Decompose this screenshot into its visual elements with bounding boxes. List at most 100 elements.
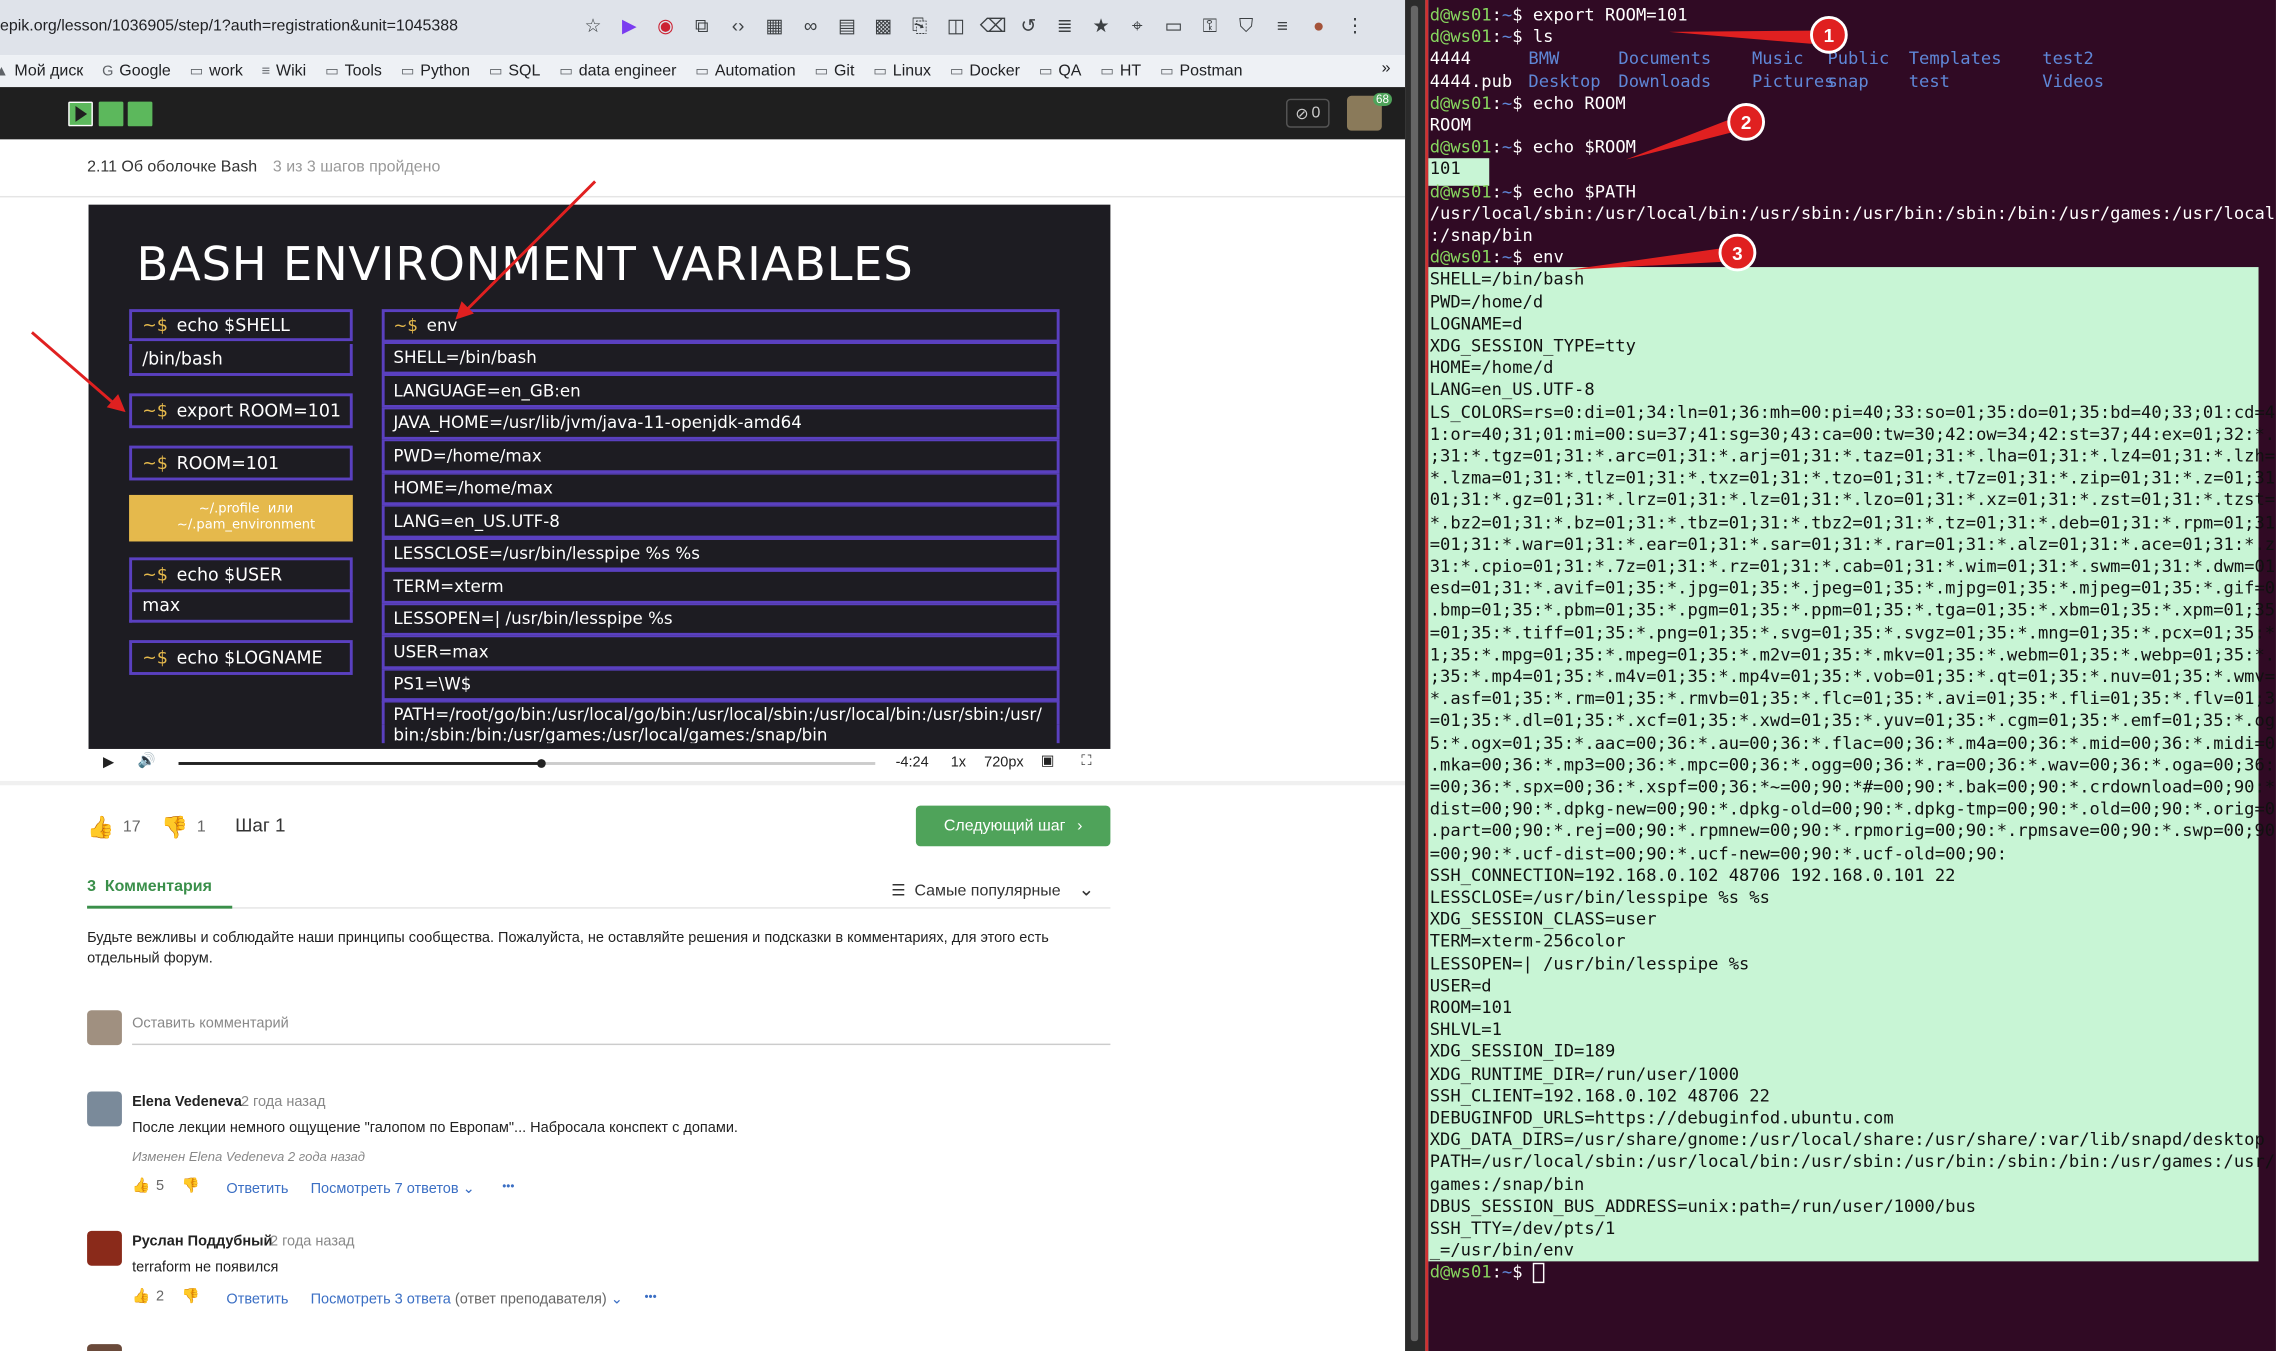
- folder-icon: ▭: [814, 63, 829, 80]
- bookmark-item[interactable]: ▭ Tools: [325, 62, 382, 79]
- next-step-button[interactable]: Следующий шаг ›: [915, 805, 1111, 847]
- link-icon[interactable]: ∞: [798, 15, 823, 38]
- bookmark-item[interactable]: G Google: [102, 62, 171, 79]
- slide-box: ~/.profile или ~/.pam_environment: [129, 494, 353, 542]
- chevron-down-icon: ⌄: [606, 1291, 623, 1308]
- commenter-avatar[interactable]: [87, 1091, 122, 1127]
- step-indicator[interactable]: [98, 101, 124, 127]
- step-indicator-current[interactable]: [68, 101, 93, 127]
- reader-icon[interactable]: ▤: [835, 15, 860, 38]
- bookmark-item[interactable]: ▭ SQL: [489, 62, 540, 79]
- commenter-avatar[interactable]: [87, 1230, 122, 1266]
- view-replies-link[interactable]: Посмотреть 7 ответов ⌄: [311, 1182, 475, 1198]
- folder-icon: ▭: [488, 63, 503, 80]
- env-output-row: SSH_CLIENT=192.168.0.102 48706 22: [1430, 1085, 1770, 1107]
- bookmark-item[interactable]: ▭ Linux: [873, 62, 931, 79]
- bookmark-item[interactable]: ▭ Automation: [695, 62, 795, 79]
- env-output-line: dist=00;90:*.dpkg-new=00;90:*.dpkg-old=0…: [1429, 798, 2276, 819]
- bookmark-item[interactable]: ▭ work: [190, 62, 243, 79]
- play-button[interactable]: ▶: [103, 755, 114, 771]
- bookmark-item[interactable]: ▲ Мой диск: [0, 62, 83, 79]
- more-options-button[interactable]: •••: [502, 1180, 514, 1193]
- screenshot-icon[interactable]: ◫: [943, 15, 968, 38]
- env-output-row: *.bz2=01;31:*.bz=01;31:*.tbz=01;31:*.tbz…: [1430, 512, 2276, 534]
- slide-box-text: /bin/bash: [142, 348, 223, 369]
- key-icon[interactable]: ⚿: [1197, 15, 1222, 38]
- reply-link[interactable]: Ответить: [226, 1182, 288, 1198]
- card-icon[interactable]: ▭: [1161, 15, 1186, 38]
- comment-like-button[interactable]: 👍 5: [132, 1179, 164, 1195]
- lesson-title[interactable]: 2.11 Об оболочке Bash: [87, 158, 257, 175]
- step-indicator[interactable]: [127, 101, 153, 127]
- bookmarks-more-button[interactable]: »: [1382, 60, 1391, 77]
- env-output-row: SSH_CONNECTION=192.168.0.102 48706 192.1…: [1430, 865, 1956, 887]
- extension-icon[interactable]: ▶: [617, 15, 642, 38]
- bookmark-item[interactable]: ▭ QA: [1039, 62, 1082, 79]
- star-icon[interactable]: ☆: [581, 15, 606, 38]
- more-options-button[interactable]: •••: [644, 1290, 656, 1303]
- notification-icon: ⊘: [1295, 105, 1309, 123]
- thumbs-down-icon[interactable]: 👎: [161, 814, 188, 841]
- history-icon[interactable]: ↺: [1016, 15, 1041, 38]
- quality-button[interactable]: 720px: [984, 755, 1024, 771]
- video-player[interactable]: BASH ENVIRONMENT VARIABLES ~$ env SHELL=/b…: [88, 204, 1111, 749]
- env-output-line: XDG_DATA_DIRS=/usr/share/gnome:/usr/loca…: [1429, 1129, 2265, 1150]
- prompt-symbol: $: [1512, 4, 1533, 25]
- terminal-cursor[interactable]: [1532, 1262, 1545, 1283]
- comment-dislike-button[interactable]: 👎: [181, 1289, 199, 1305]
- view-replies-link[interactable]: Посмотреть 3 ответа (ответ преподавателя…: [311, 1292, 623, 1308]
- comment-input[interactable]: Оставить комментарий: [132, 1016, 289, 1032]
- env-row: LANG=en_US.UTF-8: [381, 505, 1060, 538]
- terminal-window[interactable]: d@ws01:~$ export ROOM=101 d@ws01:~$ ls 444…: [1428, 0, 2276, 1351]
- seek-bar[interactable]: [178, 759, 876, 768]
- slide-box: ~$ echo $LOGNAME: [129, 640, 353, 675]
- qr-icon[interactable]: ▩: [871, 15, 896, 38]
- bookmark-item[interactable]: ▭ Docker: [950, 62, 1020, 79]
- address-bar[interactable]: epik.org/lesson/1036905/step/1?auth=regi…: [0, 0, 1406, 56]
- notifications-button[interactable]: ⊘ 0: [1286, 98, 1330, 128]
- bookmark-item[interactable]: ▭ Python: [401, 62, 470, 79]
- url-text[interactable]: epik.org/lesson/1036905/step/1?auth=regi…: [0, 17, 458, 34]
- view-replies-label: Посмотреть 3 ответа: [310, 1291, 451, 1308]
- commenter-name[interactable]: Elena Vedeneva: [132, 1094, 242, 1110]
- playlist-icon[interactable]: ≡: [1270, 15, 1295, 38]
- comments-tab-label: Комментария: [104, 878, 212, 896]
- incognito-icon[interactable]: ⛉: [1234, 15, 1259, 38]
- env-output-line: PATH=/usr/local/sbin:/usr/local/bin:/usr…: [1429, 1151, 2276, 1172]
- trash-icon[interactable]: ⌫: [980, 15, 1007, 38]
- commenter-avatar[interactable]: [87, 1344, 122, 1351]
- sort-dropdown[interactable]: ☰ Самые популярные ⌄: [891, 878, 1094, 901]
- calculator-icon[interactable]: ▦: [762, 15, 787, 38]
- bookmark-item[interactable]: ▭ HT: [1100, 62, 1141, 79]
- reply-link[interactable]: Ответить: [226, 1292, 288, 1308]
- bookmark-item[interactable]: ▭ data engineer: [559, 62, 676, 79]
- translate-icon[interactable]: ⎘: [907, 15, 932, 38]
- puzzle-icon[interactable]: ⧉: [689, 15, 714, 38]
- code-icon[interactable]: ‹›: [726, 15, 751, 38]
- bookmark-item[interactable]: ▭ Postman: [1160, 62, 1243, 79]
- commenter-name[interactable]: Руслан Поддубный: [132, 1234, 272, 1250]
- volume-icon[interactable]: 🔊: [138, 753, 156, 769]
- pip-icon[interactable]: ▣: [1041, 753, 1055, 769]
- profile-avatar-icon[interactable]: ●: [1306, 15, 1331, 38]
- env-output-line: SSH_CONNECTION=192.168.0.102 48706 192.1…: [1429, 864, 1956, 886]
- notes-icon[interactable]: ≣: [1052, 15, 1077, 38]
- bookmark-item[interactable]: ≡ Wiki: [262, 62, 306, 79]
- seek-handle[interactable]: [536, 759, 546, 768]
- speed-button[interactable]: 1x: [951, 755, 966, 771]
- bookmark-item[interactable]: ▭ Git: [814, 62, 854, 79]
- prompt-dir: ~: [1501, 26, 1513, 47]
- env-output-line: =01;35:*.dl=01;35:*.xcf=01;35:*.xwd=01;3…: [1429, 710, 2276, 731]
- menu-kebab-icon[interactable]: ⋮: [1343, 15, 1368, 38]
- extension-icon[interactable]: ◉: [653, 15, 678, 38]
- location-icon[interactable]: ⌖: [1125, 15, 1150, 38]
- tab-comments[interactable]: 3 Комментария: [87, 878, 212, 895]
- env-output-row: PATH=/usr/local/sbin:/usr/local/bin:/usr…: [1430, 1152, 2276, 1174]
- comment-dislike-button[interactable]: 👎: [181, 1179, 199, 1195]
- scrollbar-thumb[interactable]: [1410, 5, 1419, 1342]
- bookmark-star-icon[interactable]: ★: [1089, 15, 1114, 38]
- thumbs-up-icon[interactable]: 👍: [87, 814, 114, 841]
- fullscreen-icon[interactable]: ⛶: [1081, 753, 1091, 769]
- comment-like-button[interactable]: 👍 2: [132, 1289, 164, 1305]
- comment-time: 2 года назад: [240, 1094, 326, 1111]
